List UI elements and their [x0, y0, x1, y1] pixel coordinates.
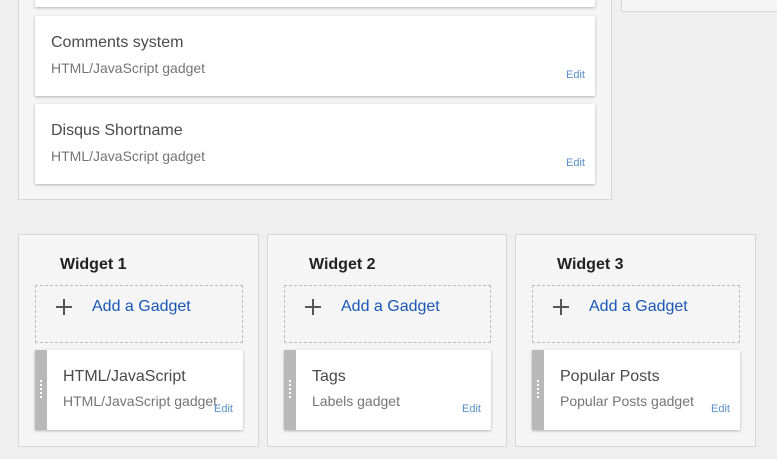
plus-icon: [553, 299, 569, 315]
main-section: Comments system HTML/JavaScript gadget E…: [18, 0, 612, 200]
plus-icon: [56, 299, 72, 315]
edit-link[interactable]: Edit: [566, 157, 585, 169]
gadget-card-html-javascript[interactable]: HTML/JavaScript HTML/JavaScript gadget E…: [35, 350, 243, 430]
edit-link[interactable]: Edit: [566, 69, 585, 81]
widget-section-1: Widget 1 Add a Gadget HTML/JavaScript HT…: [18, 234, 259, 447]
drag-handle-icon[interactable]: [532, 350, 544, 430]
gadget-subtitle: Popular Posts gadget: [560, 393, 694, 409]
edit-link[interactable]: Edit: [462, 403, 481, 415]
gadget-title: Disqus Shortname: [51, 122, 183, 139]
widget-heading: Widget 1: [60, 256, 127, 273]
gadget-subtitle: HTML/JavaScript gadget: [51, 148, 206, 164]
add-gadget-label: Add a Gadget: [341, 298, 440, 315]
gadget-subtitle: HTML/JavaScript gadget: [63, 393, 218, 409]
drag-handle-icon[interactable]: [284, 350, 296, 430]
plus-icon: [305, 299, 321, 315]
widget-heading: Widget 3: [557, 256, 624, 273]
gadget-subtitle: Labels gadget: [312, 393, 400, 409]
add-gadget-label: Add a Gadget: [589, 298, 688, 315]
gadget-card-tags[interactable]: Tags Labels gadget Edit: [284, 350, 491, 430]
widget-heading: Widget 2: [309, 256, 376, 273]
gadget-card-disqus-shortname[interactable]: Disqus Shortname HTML/JavaScript gadget …: [35, 104, 595, 184]
edit-link[interactable]: Edit: [214, 403, 233, 415]
add-gadget-button[interactable]: Add a Gadget: [532, 285, 740, 343]
add-gadget-button[interactable]: Add a Gadget: [35, 285, 243, 343]
gadget-title: Comments system: [51, 34, 184, 51]
gadget-card-partial[interactable]: [35, 0, 595, 7]
gadget-card-popular-posts[interactable]: Popular Posts Popular Posts gadget Edit: [532, 350, 740, 430]
edit-link[interactable]: Edit: [711, 403, 730, 415]
gadget-card-comments-system[interactable]: Comments system HTML/JavaScript gadget E…: [35, 16, 595, 96]
add-gadget-label: Add a Gadget: [92, 298, 191, 315]
widget-section-3: Widget 3 Add a Gadget Popular Posts Popu…: [515, 234, 756, 447]
drag-handle-icon[interactable]: [35, 350, 47, 430]
sidebar-section: [621, 0, 777, 12]
gadget-subtitle: HTML/JavaScript gadget: [51, 60, 206, 76]
gadget-title: Tags: [312, 368, 346, 385]
widget-section-2: Widget 2 Add a Gadget Tags Labels gadget…: [267, 234, 507, 447]
gadget-title: HTML/JavaScript: [63, 368, 186, 385]
gadget-title: Popular Posts: [560, 368, 660, 385]
add-gadget-button[interactable]: Add a Gadget: [284, 285, 491, 343]
